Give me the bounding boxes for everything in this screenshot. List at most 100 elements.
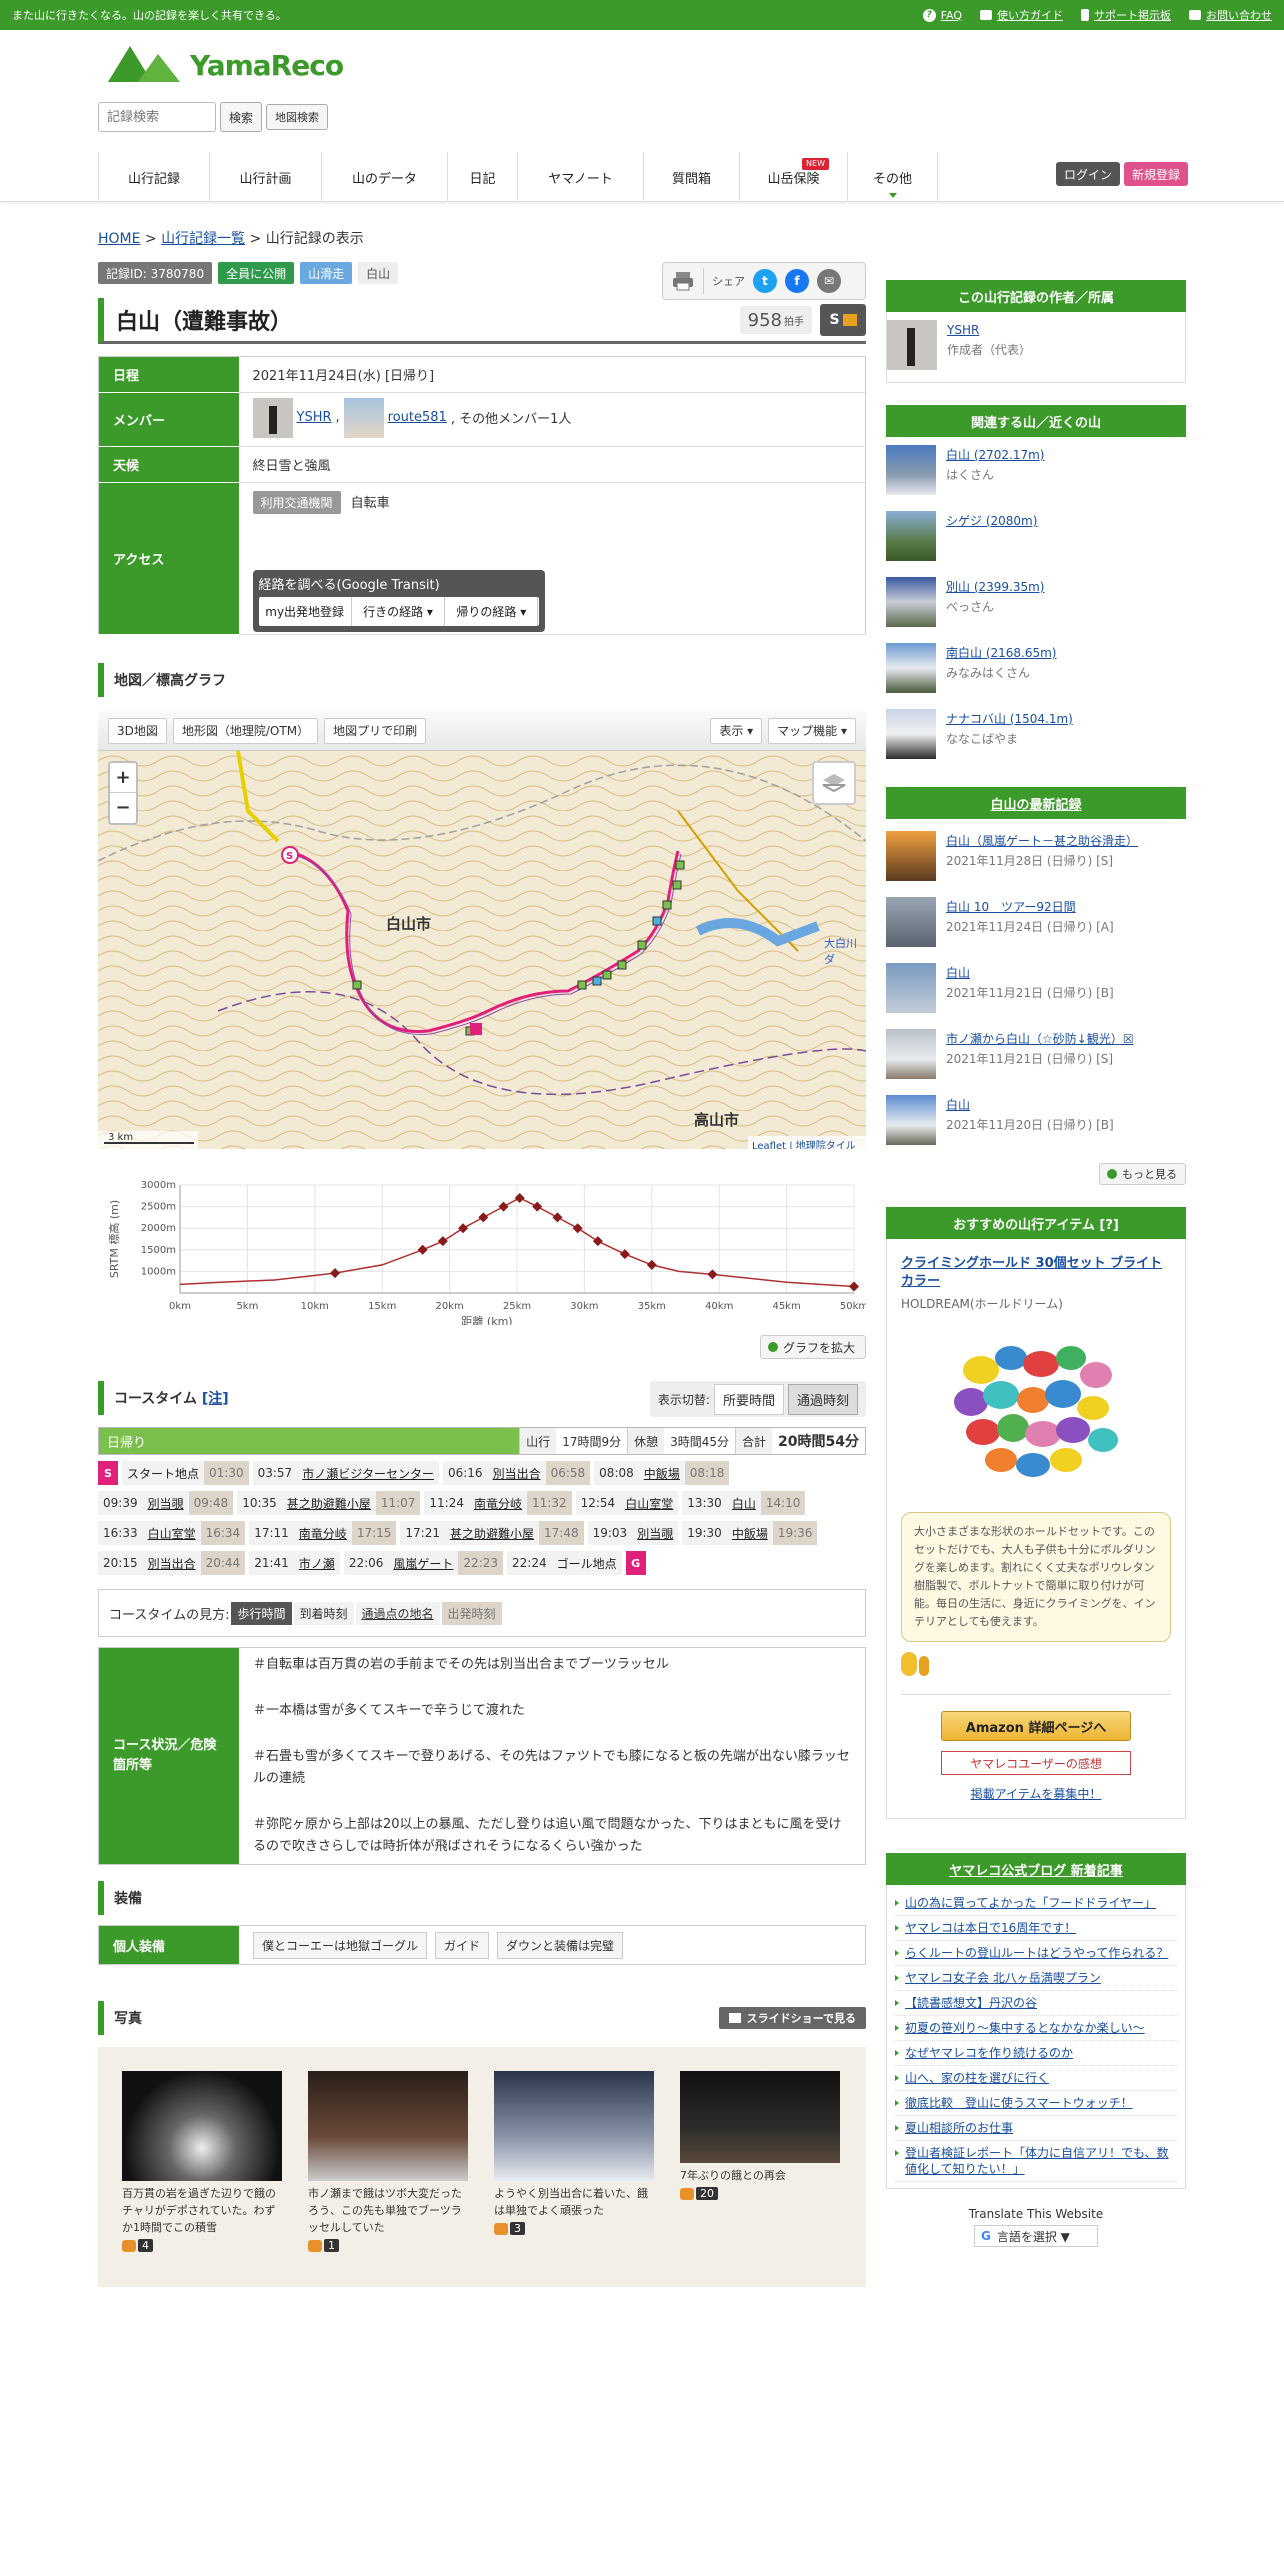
photo-card[interactable]: 7年ぶりの餓との再会 20 — [680, 2071, 840, 2263]
map-attribution[interactable]: Leaflet | 地理院タイル — [752, 1137, 856, 1149]
list-item[interactable]: 市ノ瀬から白山（☆砂防↓観光）☒ 2021年11月21日 (日帰り) [S] — [886, 1029, 1186, 1093]
outbound-route-button[interactable]: 行きの経路 ▾ — [352, 597, 446, 626]
photo-card[interactable]: ようやく別当出合に着いた、餓は単独でよく頑張った 3 — [494, 2071, 654, 2263]
photo-image[interactable] — [680, 2071, 840, 2163]
latest-header[interactable]: 白山の最新記録 — [886, 787, 1186, 819]
clap-count[interactable]: 958 拍手 — [739, 306, 812, 334]
list-item[interactable]: ナナコバ山 (1504.1m) ななこばやま — [886, 709, 1186, 773]
member-link[interactable]: route581 — [388, 410, 447, 425]
site-logo[interactable]: YamaReco — [108, 42, 344, 82]
avatar[interactable] — [252, 397, 293, 438]
return-route-button[interactable]: 帰りの経路 ▾ — [445, 597, 539, 626]
blog-link[interactable]: 徹底比較 登山に使うスマートウォッチ！ — [895, 2091, 1177, 2116]
breadcrumb-list[interactable]: 山行記録一覧 — [161, 231, 245, 247]
course-point[interactable]: 22:24 ゴール地点 — [507, 1551, 622, 1575]
list-item[interactable]: 白山 2021年11月21日 (日帰り) [B] — [886, 963, 1186, 1027]
like-count[interactable]: 3 — [494, 2222, 525, 2235]
course-point[interactable]: 16:33 白山室堂 16:34 — [98, 1521, 246, 1545]
contact-link[interactable]: お問い合わせ — [1189, 7, 1272, 23]
nav-other[interactable]: その他 — [848, 152, 938, 202]
nav-diary[interactable]: 日記 — [448, 152, 518, 202]
item-header[interactable]: おすすめの山行アイテム [?] — [886, 1207, 1186, 1239]
course-point[interactable]: スタート地点 01:30 — [122, 1461, 249, 1485]
photo-image[interactable] — [308, 2071, 468, 2181]
record-thumb[interactable] — [886, 1095, 936, 1145]
author-link[interactable]: YSHR — [947, 320, 1031, 340]
course-point[interactable]: 17:11 南竜分岐 17:15 — [249, 1521, 397, 1545]
nav-mountain-data[interactable]: 山のデータ — [322, 152, 448, 202]
record-thumb[interactable] — [886, 831, 936, 881]
member-link[interactable]: YSHR — [297, 410, 332, 425]
mountain-thumb[interactable] — [886, 643, 936, 693]
login-button[interactable]: ログイン — [1056, 162, 1121, 186]
course-point[interactable]: 08:08 中飯場 08:18 — [594, 1461, 730, 1485]
language-select[interactable]: G 言語を選択 ▼ — [974, 2225, 1098, 2247]
blog-link[interactable]: 【読書感想文】丹沢の谷 — [895, 1991, 1177, 2016]
like-count[interactable]: 4 — [122, 2239, 153, 2252]
breadcrumb-home[interactable]: HOME — [98, 231, 140, 247]
mountain-thumb[interactable] — [886, 445, 936, 495]
list-item[interactable]: 白山 2021年11月20日 (日帰り) [B] — [886, 1095, 1186, 1159]
course-point[interactable]: 17:21 甚之助避難小屋 17:48 — [400, 1521, 584, 1545]
register-origin-button[interactable]: my出発地登録 — [259, 597, 352, 626]
blog-link[interactable]: 山の為に買ってよかった「フードドライヤー」 — [895, 1891, 1177, 1916]
nav-insurance[interactable]: 山岳保険 NEW — [740, 152, 848, 202]
nav-plans[interactable]: 山行計画 — [210, 152, 322, 202]
blog-link[interactable]: 山へ、家の柱を選びに行く — [895, 2066, 1177, 2091]
item-image[interactable] — [901, 1320, 1171, 1490]
mountain-thumb[interactable] — [886, 577, 936, 627]
nav-records[interactable]: 山行記録 — [98, 152, 210, 202]
passing-time-toggle-button[interactable]: 通過時刻 — [787, 1383, 858, 1415]
course-point[interactable]: 22:06 風嵐ゲート 22:23 — [343, 1551, 504, 1575]
support-link[interactable]: サポート掲示板 — [1081, 7, 1171, 23]
avatar[interactable] — [887, 320, 937, 370]
search-button[interactable]: 検索 — [220, 102, 263, 132]
display-dropdown[interactable]: 表示 ▾ — [710, 717, 763, 744]
blog-link[interactable]: 登山者検証レポート「体力に自信アリ！でも、数値化して知りたい！」 — [895, 2141, 1177, 2182]
like-count[interactable]: 1 — [308, 2239, 339, 2252]
search-input[interactable] — [98, 102, 216, 132]
more-button[interactable]: もっと見る — [1099, 1163, 1186, 1185]
list-item[interactable]: 白山 (2702.17m) はくさん — [886, 445, 1186, 509]
record-thumb[interactable] — [886, 963, 936, 1013]
topo-map-button[interactable]: 地形図（地理院/OTM） — [172, 717, 319, 744]
amazon-button[interactable]: Amazon 詳細ページへ — [941, 1711, 1131, 1741]
expand-graph-button[interactable]: グラフを拡大 — [759, 1335, 866, 1359]
course-point[interactable]: 21:41 市ノ瀬 — [249, 1551, 340, 1575]
map-search-button[interactable]: 地図検索 — [266, 104, 329, 130]
twitter-icon[interactable]: t — [753, 269, 777, 293]
area-badge[interactable]: 白山 — [358, 262, 399, 284]
list-item[interactable]: 別山 (2399.35m) べっさん — [886, 577, 1186, 641]
print-map-button[interactable]: 地図プリで印刷 — [324, 717, 427, 744]
blog-link[interactable]: 夏山相談所のお仕事 — [895, 2116, 1177, 2141]
register-button[interactable]: 新規登録 — [1124, 162, 1189, 186]
list-item[interactable]: 南白山 (2168.65m) みなみはくさん — [886, 643, 1186, 707]
nav-questions[interactable]: 質問箱 — [644, 152, 740, 202]
course-point[interactable]: 06:16 別当出合 06:58 — [442, 1461, 591, 1485]
photo-image[interactable] — [122, 2071, 282, 2181]
like-count[interactable]: 20 — [680, 2187, 718, 2200]
facebook-icon[interactable]: f — [785, 269, 809, 293]
record-thumb[interactable] — [886, 897, 936, 947]
blog-link[interactable]: らくルートの登山ルートはどうやって作られる？ — [895, 1941, 1177, 1966]
course-point[interactable]: 03:57 市ノ瀬ビジターセンター — [252, 1461, 439, 1485]
guide-link[interactable]: 使い方ガイド — [980, 7, 1063, 23]
zoom-in-button[interactable]: + — [110, 763, 136, 793]
map-function-dropdown[interactable]: マップ機能 ▾ — [768, 717, 856, 744]
user-review-button[interactable]: ヤマレコユーザーの感想 — [941, 1751, 1131, 1775]
photo-card[interactable]: 百万貫の岩を過ぎた辺りで餓のチャリがデポされていた。わずか1時間でこの積雪 4 — [122, 2071, 282, 2263]
blog-link[interactable]: ヤマレコ女子会 北八ヶ岳満喫プラン — [895, 1966, 1177, 1991]
course-point[interactable]: 19:30 中飯場 19:36 — [682, 1521, 818, 1545]
blog-link[interactable]: ヤマレコは本日で16周年です！ — [895, 1916, 1177, 1941]
list-item[interactable]: 白山 10 ツアー92日間 2021年11月24日 (日帰り) [A] — [886, 897, 1186, 961]
zoom-out-button[interactable]: − — [110, 793, 136, 823]
duration-toggle-button[interactable]: 所要時間 — [713, 1383, 784, 1415]
faq-link[interactable]: ? FAQ — [922, 7, 962, 23]
item-link[interactable]: クライミングホールド 30個セット ブライトカラー — [901, 1255, 1171, 1291]
slideshow-button[interactable]: スライドショーで見る — [718, 2007, 866, 2029]
item-recruit-link[interactable]: 掲載アイテムを募集中！ — [901, 1785, 1171, 1802]
course-point[interactable]: 11:24 南竜分岐 11:32 — [424, 1491, 572, 1515]
mountain-thumb[interactable] — [886, 511, 936, 561]
course-point[interactable]: 20:15 別当出合 20:44 — [98, 1551, 246, 1575]
nav-yamanote[interactable]: ヤマノート — [518, 152, 644, 202]
